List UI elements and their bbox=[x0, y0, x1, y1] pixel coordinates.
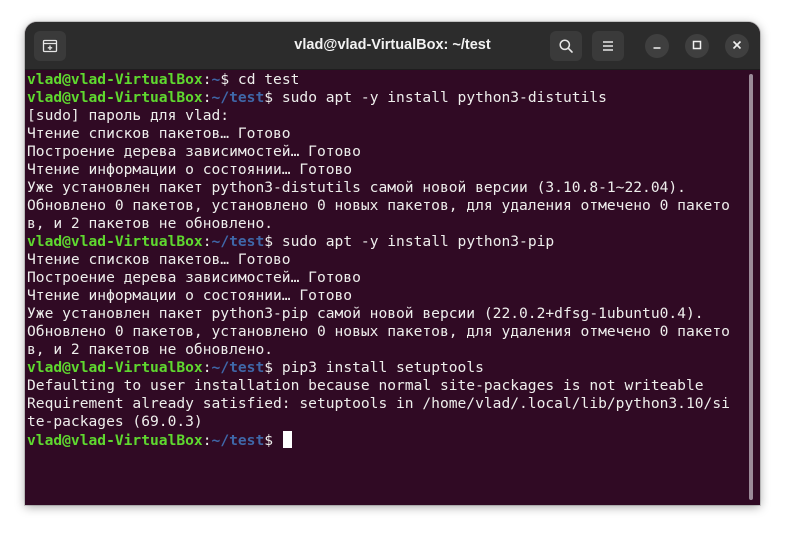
output-line: в, и 2 пакетов не обновлено. bbox=[27, 215, 745, 233]
prompt-symbol: $ bbox=[264, 359, 274, 376]
prompt-separator: : bbox=[202, 233, 212, 250]
output-text: в, и 2 пакетов не обновлено. bbox=[27, 215, 274, 232]
prompt-symbol: $ bbox=[264, 233, 274, 250]
text-cursor bbox=[282, 431, 292, 448]
prompt-line: vlad@vlad-VirtualBox:~/test$ bbox=[27, 431, 745, 449]
hamburger-menu-icon bbox=[600, 38, 616, 54]
prompt-line: vlad@vlad-VirtualBox:~/test$ pip3 instal… bbox=[27, 359, 745, 377]
prompt-path: ~/test bbox=[211, 89, 265, 106]
output-text: Чтение списков пакетов… Готово bbox=[27, 125, 291, 142]
menu-button[interactable] bbox=[592, 31, 624, 61]
close-button[interactable] bbox=[725, 34, 749, 58]
output-line: Построение дерева зависимостей… Готово bbox=[27, 269, 745, 287]
output-line: Построение дерева зависимостей… Готово bbox=[27, 143, 745, 161]
prompt-path: ~/test bbox=[211, 359, 265, 376]
output-text: Обновлено 0 пакетов, установлено 0 новых… bbox=[27, 197, 730, 214]
prompt-user: vlad@vlad-VirtualBox bbox=[27, 71, 203, 88]
prompt-user: vlad@vlad-VirtualBox bbox=[27, 233, 203, 250]
output-text: в, и 2 пакетов не обновлено. bbox=[27, 341, 274, 358]
output-line: Чтение информации о состоянии… Готово bbox=[27, 161, 745, 179]
output-text: Defaulting to user installation because … bbox=[27, 377, 704, 394]
output-line: Обновлено 0 пакетов, установлено 0 новых… bbox=[27, 197, 745, 215]
output-text: [sudo] пароль для vlad: bbox=[27, 107, 230, 124]
terminal-output[interactable]: vlad@vlad-VirtualBox:~$ cd test vlad@vlad… bbox=[27, 71, 745, 501]
maximize-icon bbox=[692, 37, 702, 55]
scrollbar[interactable] bbox=[749, 74, 753, 500]
output-text: Построение дерева зависимостей… Готово bbox=[27, 269, 361, 286]
prompt-line: vlad@vlad-VirtualBox:~/test$ sudo apt -y… bbox=[27, 233, 745, 251]
prompt-separator: : bbox=[202, 432, 212, 449]
prompt-user: vlad@vlad-VirtualBox bbox=[27, 89, 203, 106]
prompt-separator: : bbox=[202, 359, 212, 376]
output-text: Чтение информации о состоянии… Готово bbox=[27, 161, 353, 178]
terminal-window: vlad@vlad-VirtualBox: ~/test vlad@vlad-V… bbox=[25, 22, 760, 505]
new-tab-button[interactable] bbox=[34, 31, 66, 61]
prompt-user: vlad@vlad-VirtualBox bbox=[27, 432, 203, 449]
output-line: Defaulting to user installation because … bbox=[27, 377, 745, 395]
output-text: Requirement already satisfied: setuptool… bbox=[27, 395, 730, 412]
output-line: в, и 2 пакетов не обновлено. bbox=[27, 341, 745, 359]
prompt-symbol: $ bbox=[264, 89, 274, 106]
close-icon bbox=[732, 37, 742, 55]
output-text: te-packages (69.0.3) bbox=[27, 413, 203, 430]
new-tab-icon bbox=[42, 38, 58, 54]
output-line: Обновлено 0 пакетов, установлено 0 новых… bbox=[27, 323, 745, 341]
output-text: Чтение списков пакетов… Готово bbox=[27, 251, 291, 268]
output-text: Обновлено 0 пакетов, установлено 0 новых… bbox=[27, 323, 730, 340]
prompt-separator: : bbox=[202, 71, 212, 88]
prompt-symbol: $ bbox=[220, 71, 230, 88]
output-line: Уже установлен пакет python3-pip самой н… bbox=[27, 305, 745, 323]
prompt-user: vlad@vlad-VirtualBox bbox=[27, 359, 203, 376]
prompt-path: ~ bbox=[211, 71, 221, 88]
output-text: Уже установлен пакет python3-pip самой н… bbox=[27, 305, 704, 322]
output-text: Чтение информации о состоянии… Готово bbox=[27, 287, 353, 304]
output-line: Чтение списков пакетов… Готово bbox=[27, 251, 745, 269]
title-bar[interactable]: vlad@vlad-VirtualBox: ~/test bbox=[25, 22, 760, 70]
command-text: sudo apt -y install python3-pip bbox=[273, 233, 555, 250]
output-line: te-packages (69.0.3) bbox=[27, 413, 745, 431]
output-text: Уже установлен пакет python3-distutils с… bbox=[27, 179, 686, 196]
minimize-button[interactable] bbox=[645, 34, 669, 58]
output-line: Уже установлен пакет python3-distutils с… bbox=[27, 179, 745, 197]
minimize-icon bbox=[652, 37, 662, 55]
prompt-line: vlad@vlad-VirtualBox:~/test$ sudo apt -y… bbox=[27, 89, 745, 107]
prompt-path: ~/test bbox=[211, 233, 265, 250]
search-button[interactable] bbox=[550, 31, 582, 61]
prompt-symbol: $ bbox=[264, 432, 274, 449]
prompt-path: ~/test bbox=[211, 432, 265, 449]
output-text: Построение дерева зависимостей… Готово bbox=[27, 143, 361, 160]
command-text bbox=[273, 432, 282, 449]
search-icon bbox=[558, 38, 574, 54]
output-line: Чтение информации о состоянии… Готово bbox=[27, 287, 745, 305]
command-text: cd test bbox=[229, 71, 300, 88]
output-line: Requirement already satisfied: setuptool… bbox=[27, 395, 745, 413]
command-text: pip3 install setuptools bbox=[273, 359, 484, 376]
prompt-line: vlad@vlad-VirtualBox:~$ cd test bbox=[27, 71, 745, 89]
output-line: [sudo] пароль для vlad: bbox=[27, 107, 745, 125]
output-line: Чтение списков пакетов… Готово bbox=[27, 125, 745, 143]
prompt-separator: : bbox=[202, 89, 212, 106]
window-title: vlad@vlad-VirtualBox: ~/test bbox=[294, 37, 491, 53]
command-text: sudo apt -y install python3-distutils bbox=[273, 89, 607, 106]
maximize-button[interactable] bbox=[685, 34, 709, 58]
